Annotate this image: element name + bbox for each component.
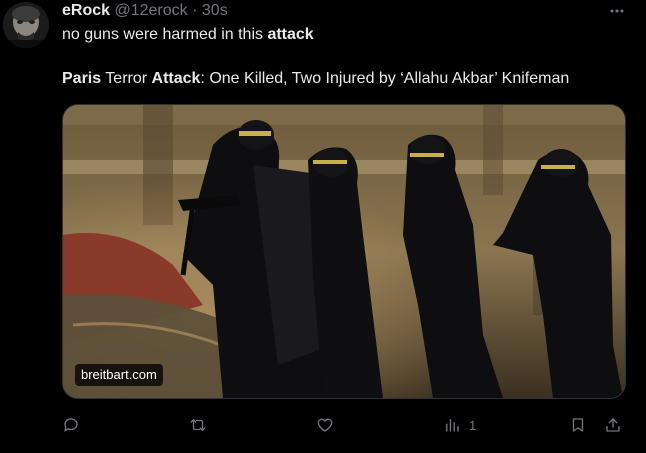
tweet-text-plain: no guns were harmed in this xyxy=(62,26,268,43)
more-horizontal-icon xyxy=(610,9,624,13)
quoted-title-text-2: : One Killed, Two Injured by ‘Allahu Akb… xyxy=(200,70,570,87)
more-options-button[interactable] xyxy=(606,0,628,22)
avatar[interactable] xyxy=(3,2,49,48)
quoted-title-bold-2: Attack xyxy=(151,70,201,87)
views-button[interactable]: 1 xyxy=(443,411,476,439)
views-icon xyxy=(446,419,459,432)
tweet-text-bold: attack xyxy=(267,26,314,43)
reply-button[interactable] xyxy=(62,411,80,439)
avatar-image xyxy=(3,2,49,48)
tweet-header: eRock @12erock · 30s xyxy=(62,1,228,21)
tweet-timestamp[interactable]: 30s xyxy=(202,2,228,19)
share-button[interactable] xyxy=(604,411,622,439)
bookmark-button[interactable] xyxy=(569,411,587,439)
quoted-title-bold-1: Paris xyxy=(62,70,102,87)
tweet-text-line-1: no guns were harmed in this attack xyxy=(62,25,314,45)
views-count: 1 xyxy=(469,417,477,433)
bookmark-icon xyxy=(572,418,584,432)
link-domain-badge: breitbart.com xyxy=(75,364,163,386)
reply-icon xyxy=(64,418,78,432)
author-handle[interactable]: @12erock xyxy=(114,2,187,19)
author-name[interactable]: eRock xyxy=(62,2,110,19)
action-bar: 1 xyxy=(62,411,626,439)
police-photo xyxy=(63,105,625,398)
retweet-icon xyxy=(190,419,206,431)
like-button[interactable] xyxy=(316,411,334,439)
share-icon xyxy=(606,418,620,432)
tweet[interactable]: eRock @12erock · 30s no guns were harmed… xyxy=(0,0,646,453)
link-card-media[interactable]: breitbart.com xyxy=(62,104,626,399)
quoted-title-text-1: Terror xyxy=(101,70,152,87)
tweet-text-line-2: Paris Terror Attack: One Killed, Two Inj… xyxy=(62,69,569,89)
heart-icon xyxy=(317,418,333,432)
retweet-button[interactable] xyxy=(189,411,207,439)
separator-dot: · xyxy=(192,2,198,19)
